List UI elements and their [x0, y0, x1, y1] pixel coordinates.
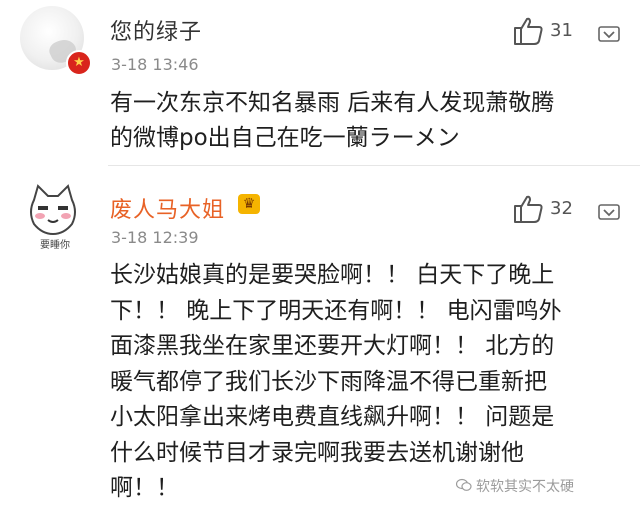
comment-line: 有一次东京不知名暴雨 后来有人发现萧敬腾	[110, 90, 555, 116]
cartoon-cat-avatar[interactable]	[24, 182, 82, 240]
comment-text: 长沙姑娘真的是要哭脸啊！！ 白天下了晚上 下！！ 晚上下了明天还有啊！！ 电闪雷…	[110, 258, 620, 507]
comment-line: 长沙姑娘真的是要哭脸啊！！ 白天下了晚上	[110, 262, 555, 288]
red-star-badge-icon: ★	[66, 50, 92, 76]
thumbs-up-icon[interactable]	[512, 16, 544, 46]
avatar-caption: 要睡你	[40, 240, 70, 251]
divider	[108, 165, 640, 166]
wechat-icon	[456, 478, 472, 491]
comment-timestamp: 3-18 12:39	[111, 228, 199, 247]
thumbs-up-icon[interactable]	[512, 194, 544, 224]
comment-line: 什么时候节目才录完啊我要去送机谢谢他	[110, 439, 524, 466]
like-count: 32	[550, 198, 573, 219]
comment-line: 小太阳拿出来烤电费直线飙升啊！！ 问题是	[110, 404, 555, 430]
comment-line: 暖气都停了我们长沙下雨降温不得已重新把	[110, 368, 547, 395]
comment-timestamp: 3-18 13:46	[111, 55, 199, 74]
comment-line: 的微博po出自己在吃一蘭ラーメン	[110, 125, 460, 151]
watermark: 软软其实不太硬	[476, 479, 574, 495]
like-count: 31	[550, 20, 573, 41]
comment-line: 面漆黑我坐在家里还要开大灯啊！！ 北方的	[110, 333, 555, 359]
comment-item: ★ 您的绿子 3-18 13:46 31 有一次东京不知名暴雨 后来有人发现萧敬…	[0, 0, 640, 164]
comment-username[interactable]: 废人马大姐	[110, 192, 225, 224]
crown-icon: ♛	[238, 194, 260, 214]
comment-username[interactable]: 您的绿子	[110, 14, 202, 46]
chevron-down-icon[interactable]	[598, 26, 620, 42]
chevron-down-icon[interactable]	[598, 204, 620, 220]
comment-item: 要睡你 废人马大姐 ♛ 3-18 12:39 32 长沙姑娘真的是要哭脸啊！！ …	[0, 168, 640, 512]
comment-text: 有一次东京不知名暴雨 后来有人发现萧敬腾 的微博po出自己在吃一蘭ラーメン	[110, 86, 620, 156]
comment-line: 下！！ 晚上下了明天还有啊！！ 电闪雷鸣外	[110, 297, 562, 324]
